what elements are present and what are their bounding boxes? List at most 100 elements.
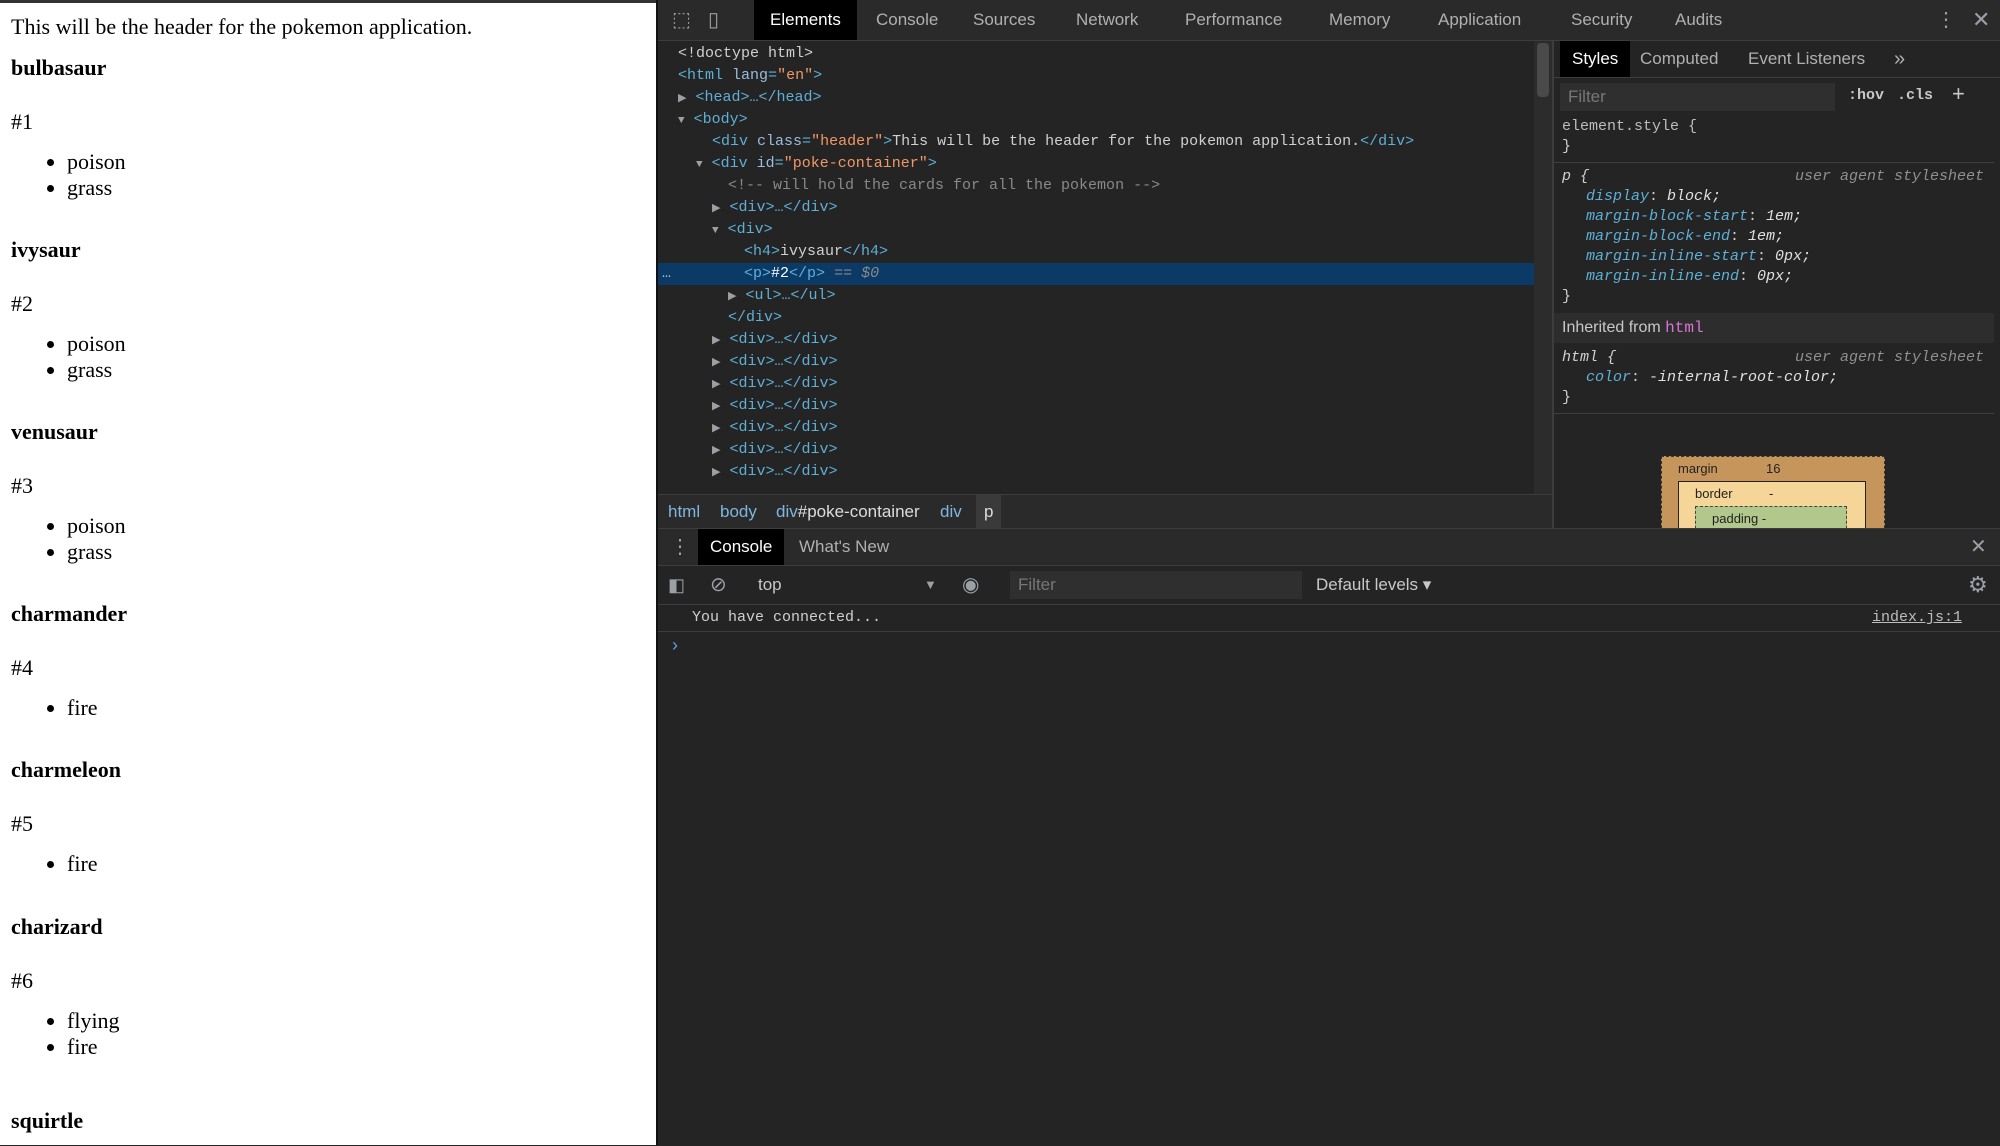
css-declaration[interactable]: color: -internal-root-color; bbox=[1586, 368, 1838, 388]
dom-node[interactable]: <!-- will hold the cards for all the pok… bbox=[658, 175, 1552, 197]
css-declaration[interactable]: margin-block-start: 1em; bbox=[1586, 207, 1802, 227]
dom-tree[interactable]: <!doctype html> <html lang="en"> ▶ <head… bbox=[658, 41, 1552, 494]
collapse-triangle-icon[interactable]: ▼ bbox=[678, 115, 685, 127]
context-selector[interactable]: top bbox=[758, 566, 782, 604]
dom-node[interactable]: <h4>ivysaur</h4> bbox=[658, 241, 1552, 263]
inherited-from-link[interactable]: html bbox=[1665, 319, 1703, 337]
p-selector[interactable]: p { bbox=[1562, 167, 1589, 187]
css-declaration[interactable]: margin-block-end: 1em; bbox=[1586, 227, 1784, 247]
tab-security[interactable]: Security bbox=[1555, 0, 1648, 40]
dom-node[interactable]: ▶ <div>…</div> bbox=[658, 439, 1552, 461]
dom-node[interactable]: </div> bbox=[658, 307, 1552, 329]
node-actions-icon[interactable]: … bbox=[662, 263, 671, 285]
more-tabs-icon[interactable]: » bbox=[1894, 41, 1905, 77]
expand-triangle-icon[interactable]: ▶ bbox=[712, 357, 720, 369]
css-declaration[interactable]: margin-inline-start: 0px; bbox=[1586, 247, 1811, 267]
tab-performance[interactable]: Performance bbox=[1169, 0, 1298, 40]
box-margin-value[interactable]: 16 bbox=[1766, 461, 1780, 476]
tab-application[interactable]: Application bbox=[1422, 0, 1537, 40]
context-dropdown-icon[interactable]: ▼ bbox=[924, 566, 937, 604]
dom-node[interactable]: ▶ <ul>…</ul> bbox=[658, 285, 1552, 307]
breadcrumb-div[interactable]: div bbox=[940, 495, 962, 529]
console-settings-gear-icon[interactable]: ⚙ bbox=[1968, 566, 1988, 604]
css-declaration[interactable]: margin-inline-end: 0px; bbox=[1586, 267, 1793, 287]
expand-triangle-icon[interactable]: ▶ bbox=[712, 335, 720, 347]
tab-styles[interactable]: Styles bbox=[1560, 41, 1631, 77]
expand-triangle-icon[interactable]: ▶ bbox=[712, 467, 720, 479]
page-header: This will be the header for the pokemon … bbox=[11, 14, 473, 39]
pokemon-type: grass bbox=[67, 357, 126, 383]
pokemon-type: grass bbox=[67, 175, 126, 201]
styles-filter-input[interactable]: Filter bbox=[1560, 83, 1835, 111]
breadcrumb-container[interactable]: div#poke-container bbox=[776, 495, 920, 529]
dom-node[interactable]: ▶ <div>…</div> bbox=[658, 395, 1552, 417]
pokemon-name: bulbasaur bbox=[11, 55, 107, 80]
dom-node[interactable]: ▶ <head>…</head> bbox=[658, 87, 1552, 109]
tab-elements[interactable]: Elements bbox=[754, 0, 857, 40]
breadcrumb-current[interactable]: p bbox=[976, 495, 1002, 529]
tab-sources[interactable]: Sources bbox=[957, 0, 1051, 40]
expand-triangle-icon[interactable]: ▶ bbox=[712, 445, 720, 457]
dom-node[interactable]: <div class="header">This will be the hea… bbox=[658, 131, 1552, 153]
expand-triangle-icon[interactable]: ▶ bbox=[712, 401, 720, 413]
expand-triangle-icon[interactable]: ▶ bbox=[678, 93, 686, 105]
new-rule-icon[interactable]: + bbox=[1952, 81, 1965, 107]
expand-triangle-icon[interactable]: ▶ bbox=[712, 379, 720, 391]
close-devtools-icon[interactable]: ✕ bbox=[1972, 0, 1990, 40]
scrollbar-thumb[interactable] bbox=[1537, 43, 1549, 97]
dom-node[interactable]: ▶ <div>…</div> bbox=[658, 329, 1552, 351]
collapse-triangle-icon[interactable]: ▼ bbox=[696, 159, 703, 171]
show-sidebar-icon[interactable]: ◧ bbox=[668, 566, 685, 604]
tab-memory[interactable]: Memory bbox=[1313, 0, 1406, 40]
box-padding: padding - bbox=[1695, 506, 1847, 528]
dom-node[interactable]: ▶ <div>…</div> bbox=[658, 197, 1552, 219]
console-prompt-chevron-icon[interactable]: › bbox=[672, 635, 678, 656]
expand-triangle-icon[interactable]: ▶ bbox=[712, 203, 720, 215]
tab-computed[interactable]: Computed bbox=[1640, 41, 1718, 77]
dom-node[interactable]: ▼ <div> bbox=[658, 219, 1552, 241]
tab-audits[interactable]: Audits bbox=[1659, 0, 1738, 40]
dom-node[interactable]: ▼ <div id="poke-container"> bbox=[658, 153, 1552, 175]
pokemon-card: squirtle bbox=[11, 1108, 83, 1134]
more-options-icon[interactable]: ⋮ bbox=[1936, 0, 1956, 40]
device-toolbar-icon[interactable]: ▯ bbox=[708, 0, 719, 40]
console-filter-input[interactable]: Filter bbox=[1010, 571, 1302, 599]
dom-node[interactable]: ▶ <div>…</div> bbox=[658, 373, 1552, 395]
pokemon-card: ivysaur #2 poison grass bbox=[11, 237, 126, 383]
box-model-diagram[interactable]: margin 16 border - padding - bbox=[1661, 456, 1885, 528]
dom-scrollbar[interactable] bbox=[1534, 41, 1552, 494]
drawer-menu-icon[interactable]: ⋮ bbox=[670, 529, 690, 565]
element-style-selector[interactable]: element.style { bbox=[1562, 117, 1697, 137]
dom-node[interactable]: ▶ <div>…</div> bbox=[658, 417, 1552, 439]
breadcrumb-body[interactable]: body bbox=[720, 495, 757, 529]
clear-console-icon[interactable]: ⊘ bbox=[710, 566, 727, 604]
inspect-element-icon[interactable]: ⬚ bbox=[672, 0, 691, 40]
dom-node[interactable]: <html lang="en"> bbox=[658, 65, 1552, 87]
console-source-link[interactable]: index.js:1 bbox=[1872, 605, 1962, 631]
dom-node[interactable]: <!doctype html> bbox=[658, 43, 1552, 65]
hov-toggle[interactable]: :hov bbox=[1848, 87, 1884, 104]
tab-console[interactable]: Console bbox=[860, 0, 954, 40]
css-declaration[interactable]: display: block; bbox=[1586, 187, 1721, 207]
collapse-triangle-icon[interactable]: ▼ bbox=[712, 225, 719, 237]
dom-node[interactable]: ▶ <div>…</div> bbox=[658, 351, 1552, 373]
close-drawer-icon[interactable]: ✕ bbox=[1970, 529, 1987, 565]
html-selector[interactable]: html { bbox=[1562, 348, 1616, 368]
dom-node[interactable]: ▼ <body> bbox=[658, 109, 1552, 131]
expand-triangle-icon[interactable]: ▶ bbox=[728, 291, 736, 303]
log-levels-dropdown[interactable]: Default levels ▾ bbox=[1316, 566, 1431, 604]
pokemon-number: #5 bbox=[11, 811, 33, 836]
breadcrumb: html body div#poke-container div p bbox=[658, 494, 1552, 529]
tab-whats-new[interactable]: What's New bbox=[799, 529, 889, 565]
live-expression-eye-icon[interactable]: ◉ bbox=[962, 566, 979, 604]
tab-network[interactable]: Network bbox=[1060, 0, 1154, 40]
tab-console-drawer[interactable]: Console bbox=[698, 529, 785, 565]
box-border-value[interactable]: - bbox=[1769, 486, 1773, 501]
dom-node[interactable]: ▶ <div>…</div> bbox=[658, 461, 1552, 483]
breadcrumb-html[interactable]: html bbox=[668, 495, 700, 529]
pokemon-type: fire bbox=[67, 851, 121, 877]
expand-triangle-icon[interactable]: ▶ bbox=[712, 423, 720, 435]
dom-node-selected[interactable]: … <p>#2</p> == $0 bbox=[658, 263, 1552, 285]
cls-toggle[interactable]: .cls bbox=[1897, 87, 1933, 104]
tab-event-listeners[interactable]: Event Listeners bbox=[1748, 41, 1865, 77]
